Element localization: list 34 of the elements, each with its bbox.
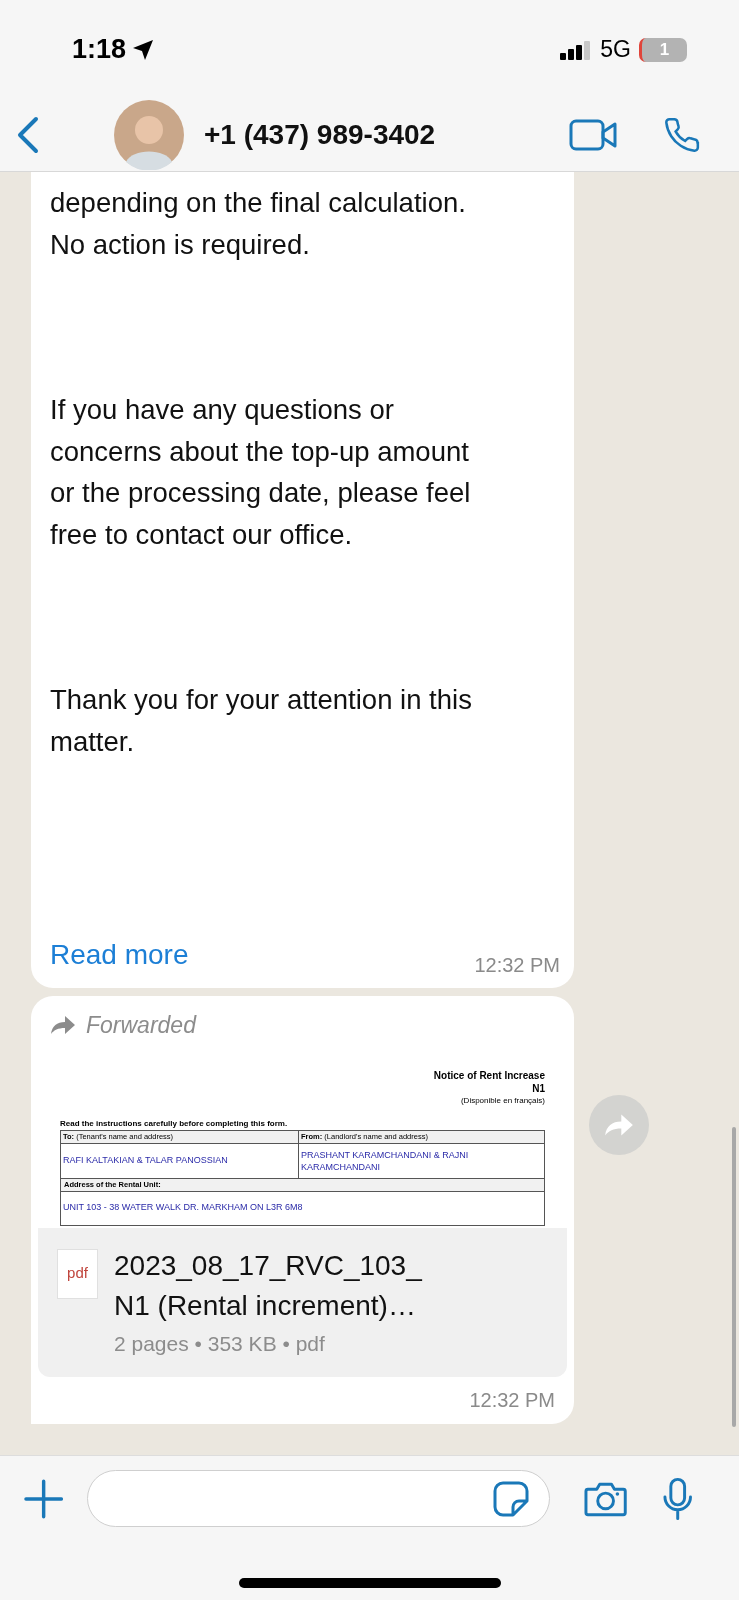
file-card[interactable]: pdf 2023_08_17_RVC_103_ N1 (Rental increment)… 2 pages • 353 KB • pdf [38, 1227, 567, 1377]
status-time: 1:18 [72, 33, 127, 67]
file-meta: 2 pages • 353 KB • pdf [114, 1330, 326, 1357]
message-text: If you have any questions or concerns about the top-up amount or the processing date, please feel free to contact our office. [50, 393, 472, 552]
phone-icon[interactable] [663, 116, 701, 155]
signal-icon [560, 39, 593, 60]
camera-icon[interactable] [584, 1480, 628, 1517]
forwarded-label: Forwarded [86, 1011, 196, 1040]
form-number: N1 [532, 1081, 545, 1095]
landlord-name: PRASHANT KARAMCHANDANI & RAJNI KARAMCHANDANI [301, 1148, 470, 1173]
sticker-icon[interactable] [493, 1480, 530, 1517]
rental-address: UNIT 103 - 38 WATER WALK DR. MARKHAM ON L3R 6M8 [63, 1201, 303, 1215]
message-time: 12:32 PM [474, 953, 560, 978]
contact-name[interactable]: +1 (437) 989-3402 [204, 114, 569, 157]
microphone-icon[interactable] [661, 1476, 693, 1521]
message-input[interactable] [87, 1470, 551, 1527]
tenant-name: RAFI KALTAKIAN & TALAR PANOSSIAN [63, 1153, 228, 1167]
location-arrow-icon [132, 38, 155, 61]
message-text: Thank you for your attention in this matter. [50, 683, 473, 759]
document-title: Notice of Rent Increase [433, 1068, 545, 1082]
back-icon[interactable] [16, 116, 40, 155]
forward-icon [604, 1113, 634, 1137]
battery-indicator: 1 [639, 37, 687, 62]
file-name: 2023_08_17_RVC_103_ N1 (Rental increment)… [114, 1248, 422, 1323]
message-time: 12:32 PM [469, 1388, 555, 1413]
language-note: (Disponible en français) [460, 1094, 545, 1107]
forward-icon [50, 1015, 76, 1036]
read-more-link[interactable]: Read more [50, 934, 189, 976]
network-label: 5G [600, 35, 631, 65]
video-call-icon[interactable] [569, 119, 617, 152]
message-text: depending on the final calculation. No action is required. [50, 186, 467, 262]
add-icon[interactable] [24, 1478, 64, 1519]
pdf-file-icon: pdf [57, 1248, 98, 1299]
instructions-text: Read the instructions carefully before completing this form. [60, 1118, 289, 1129]
